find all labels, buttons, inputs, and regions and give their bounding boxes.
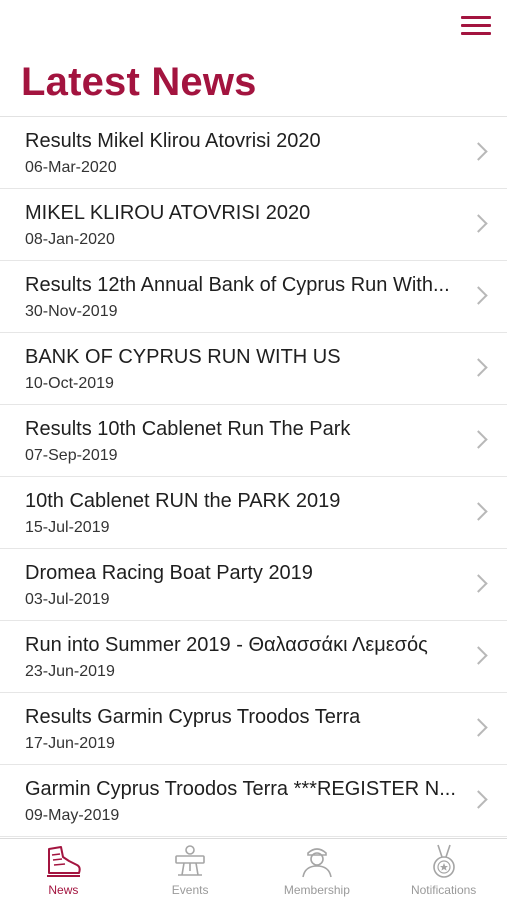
news-date: 08-Jan-2020: [25, 231, 115, 248]
news-date: 23-Jun-2019: [25, 663, 115, 680]
news-date: 15-Jul-2019: [25, 519, 110, 536]
news-title: Run into Summer 2019 - Θαλασσάκι Λεμεσός: [25, 634, 428, 656]
running-shoe-icon: [47, 846, 82, 877]
news-item[interactable]: Results Mikel Klirou Atovrisi 2020 06-Ma…: [0, 117, 507, 189]
page-title: Latest News: [21, 60, 257, 104]
chevron-right-icon: [469, 214, 488, 233]
news-date: 10-Oct-2019: [25, 375, 114, 392]
menu-button[interactable]: [461, 16, 491, 38]
bottom-tab-bar: News Events Membership Notifications: [0, 838, 507, 901]
chevron-right-icon: [469, 574, 488, 593]
hamburger-menu-icon: [461, 16, 491, 19]
news-title: Results Garmin Cyprus Troodos Terra: [25, 706, 361, 728]
news-title: 10th Cablenet RUN the PARK 2019: [25, 490, 341, 512]
news-date: 07-Sep-2019: [25, 447, 118, 464]
hamburger-line: [461, 32, 491, 35]
news-item[interactable]: Results 10th Cablenet Run The Park 07-Se…: [0, 405, 507, 477]
news-item[interactable]: BANK OF CYPRUS RUN WITH US 10-Oct-2019: [0, 333, 507, 405]
chevron-right-icon: [469, 718, 488, 737]
chevron-right-icon: [469, 358, 488, 377]
chevron-right-icon: [469, 790, 488, 809]
tab-label: Events: [171, 883, 209, 897]
news-title: Results 10th Cablenet Run The Park: [25, 418, 351, 440]
news-title: Dromea Racing Boat Party 2019: [25, 562, 313, 584]
tab-label: Membership: [283, 883, 350, 897]
news-item[interactable]: MIKEL KLIROU ATOVRISI 2020 08-Jan-2020: [0, 189, 507, 261]
chevron-right-icon: [469, 502, 488, 521]
news-date: 17-Jun-2019: [25, 735, 115, 752]
news-item[interactable]: Run into Summer 2019 - Θαλασσάκι Λεμεσός…: [0, 621, 507, 693]
news-date: 03-Jul-2019: [25, 591, 110, 608]
chevron-right-icon: [469, 430, 488, 449]
news-date: 30-Nov-2019: [25, 303, 118, 320]
hamburger-line: [461, 24, 491, 27]
tab-notifications[interactable]: Notifications: [380, 839, 507, 901]
news-date: 09-May-2019: [25, 807, 120, 824]
news-item[interactable]: Dromea Racing Boat Party 2019 03-Jul-201…: [0, 549, 507, 621]
medal-icon: [432, 844, 455, 878]
tab-membership[interactable]: Membership: [254, 839, 381, 901]
tab-label: News: [48, 883, 79, 897]
tab-news[interactable]: News: [0, 839, 127, 901]
news-title: MIKEL KLIROU ATOVRISI 2020: [25, 202, 311, 224]
chevron-right-icon: [469, 142, 488, 161]
chevron-right-icon: [469, 646, 488, 665]
news-item[interactable]: Results 12th Annual Bank of Cyprus Run W…: [0, 261, 507, 333]
news-item[interactable]: Results Garmin Cyprus Troodos Terra 17-J…: [0, 693, 507, 765]
member-person-icon: [302, 848, 332, 878]
news-title: BANK OF CYPRUS RUN WITH US: [25, 346, 341, 368]
news-title: Garmin Cyprus Troodos Terra ***REGISTER …: [25, 778, 456, 800]
tab-events[interactable]: Events: [127, 839, 254, 901]
news-date: 06-Mar-2020: [25, 159, 117, 176]
news-list[interactable]: Results Mikel Klirou Atovrisi 2020 06-Ma…: [0, 116, 507, 839]
news-title: Results Mikel Klirou Atovrisi 2020: [25, 130, 321, 152]
chevron-right-icon: [469, 286, 488, 305]
tab-label: Notifications: [410, 883, 477, 897]
news-item[interactable]: Garmin Cyprus Troodos Terra ***REGISTER …: [0, 765, 507, 837]
runner-finish-icon: [175, 845, 205, 876]
news-title: Results 12th Annual Bank of Cyprus Run W…: [25, 274, 450, 296]
news-item[interactable]: 10th Cablenet RUN the PARK 2019 15-Jul-2…: [0, 477, 507, 549]
